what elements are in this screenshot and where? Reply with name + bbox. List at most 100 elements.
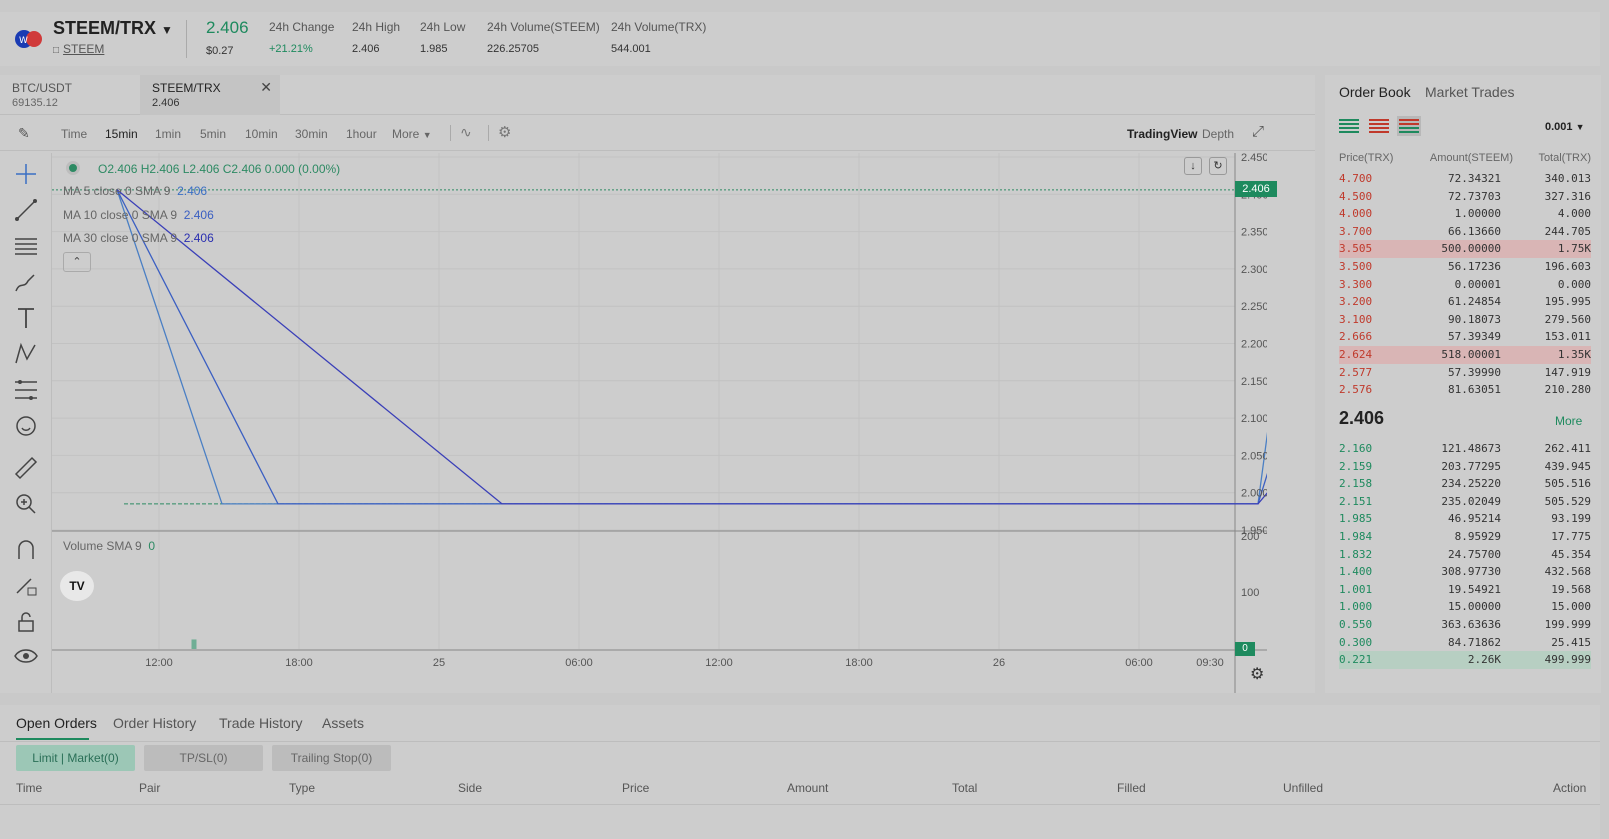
tradingview-toggle[interactable]: TradingView <box>1127 127 1197 141</box>
trend-line-icon[interactable] <box>13 197 39 223</box>
bid-row[interactable]: 1.000 15.00000 15.000 <box>1339 598 1591 616</box>
volume-steem-stat: 24h Volume(STEEM) 226.25705 <box>487 20 600 57</box>
legend-ma30-row[interactable]: MA 30 close 0 SMA 9 2.406 <box>63 231 214 245</box>
magnet-icon[interactable] <box>13 537 39 563</box>
subtab-limit-market[interactable]: Limit | Market(0) <box>16 745 135 771</box>
bid-row[interactable]: 1.832 24.75700 45.354 <box>1339 546 1591 564</box>
drawing-tools-icon[interactable]: ✎ <box>18 125 30 142</box>
ask-row[interactable]: 4.700 72.34321 340.013 <box>1339 170 1591 188</box>
text-tool-icon[interactable] <box>13 305 39 331</box>
lock-drawing-icon[interactable] <box>13 573 39 599</box>
ask-row[interactable]: 2.666 57.39349 153.011 <box>1339 328 1591 346</box>
ask-row[interactable]: 4.500 72.73703 327.316 <box>1339 188 1591 206</box>
scroll-to-latest-button[interactable]: ↓ <box>1184 157 1202 175</box>
bid-row[interactable]: 2.151 235.02049 505.529 <box>1339 493 1591 511</box>
ask-row[interactable]: 3.200 61.24854 195.995 <box>1339 293 1591 311</box>
ask-row[interactable]: 2.576 81.63051 210.280 <box>1339 381 1591 399</box>
zoom-in-icon[interactable] <box>13 491 39 517</box>
settings-gear-icon[interactable]: ⚙ <box>498 123 511 141</box>
visibility-eye-icon[interactable] <box>13 643 39 669</box>
precision-value[interactable]: 0.001 <box>1545 121 1573 133</box>
base-asset-link[interactable]: □ STEEM <box>53 42 104 56</box>
interval-more-label[interactable]: More <box>392 127 419 141</box>
volume-bar[interactable] <box>191 639 197 649</box>
interval-30min[interactable]: 30min <box>295 127 328 141</box>
bid-row[interactable]: 2.160 121.48673 262.411 <box>1339 440 1591 458</box>
series-line-ma-30[interactable] <box>116 189 1525 505</box>
ask-row[interactable]: 3.505 500.00000 1.75K <box>1339 240 1591 259</box>
pair-tab-steemtrx[interactable]: STEEM/TRX 2.406 ✕ <box>140 75 280 115</box>
crosshair-icon[interactable] <box>13 161 39 187</box>
ask-row[interactable]: 2.624 518.00001 1.35K <box>1339 346 1591 364</box>
depth-toggle[interactable]: Depth <box>1202 127 1234 141</box>
bid-row[interactable]: 1.001 19.54921 19.568 <box>1339 581 1591 599</box>
tab-market-trades[interactable]: Market Trades <box>1425 84 1514 100</box>
ruler-icon[interactable] <box>13 455 39 481</box>
more-link[interactable]: More <box>1555 414 1582 428</box>
tab-open-orders[interactable]: Open Orders <box>16 715 97 731</box>
series-visibility-icon[interactable] <box>66 161 80 175</box>
tab-assets[interactable]: Assets <box>322 715 364 731</box>
book-both-view-icon[interactable] <box>1339 118 1359 134</box>
price-chart[interactable]: 2.4502.4002.3502.3002.2502.2002.1502.100… <box>52 152 1525 693</box>
interval-1hour[interactable]: 1hour <box>346 127 377 141</box>
ask-row[interactable]: 3.100 90.18073 279.560 <box>1339 311 1591 329</box>
pattern-tool-icon[interactable] <box>13 341 39 367</box>
bid-row[interactable]: 0.221 2.26K 499.999 <box>1339 651 1591 670</box>
ask-amount: 66.13660 <box>1448 224 1501 238</box>
pair-tab-btcusdt[interactable]: BTC/USDT 69135.12 <box>0 75 140 115</box>
unlock-icon[interactable] <box>13 609 39 635</box>
brush-icon[interactable] <box>13 269 39 295</box>
fullscreen-icon[interactable]: ⤢ <box>1252 123 1264 140</box>
ask-row[interactable]: 3.300 0.00001 0.000 <box>1339 276 1591 294</box>
tab-order-book[interactable]: Order Book <box>1339 84 1411 100</box>
ask-row[interactable]: 2.577 57.39990 147.919 <box>1339 364 1591 382</box>
bid-row[interactable]: 0.300 84.71862 25.415 <box>1339 634 1591 652</box>
emoji-icon[interactable] <box>13 413 39 439</box>
legend-ma5-row[interactable]: MA 5 close 0 SMA 9 2.406 <box>63 184 207 198</box>
chevron-down-icon[interactable]: ▼ <box>423 130 432 140</box>
pair-selector[interactable]: STEEM/TRX ▼ <box>53 18 173 39</box>
ask-row[interactable]: 3.700 66.13660 244.705 <box>1339 223 1591 241</box>
bid-row[interactable]: 1.985 46.95214 93.199 <box>1339 510 1591 528</box>
pair-name[interactable]: STEEM/TRX <box>53 18 156 38</box>
interval-more[interactable]: More ▼ <box>392 127 432 141</box>
interval-15min[interactable]: 15min <box>105 127 138 141</box>
fib-tool-icon[interactable] <box>13 377 39 403</box>
series-line-ma-10[interactable] <box>116 189 1524 505</box>
legend-ma10-row[interactable]: MA 10 close 0 SMA 9 2.406 <box>63 208 214 222</box>
interval-time[interactable]: Time <box>61 127 87 141</box>
change-stat: 24h Change +21.21% <box>269 20 334 57</box>
chevron-down-icon[interactable]: ▼ <box>1576 122 1585 132</box>
bid-row[interactable]: 1.400 308.97730 432.568 <box>1339 563 1591 581</box>
axis-settings-gear-icon[interactable]: ⚙ <box>1250 664 1264 684</box>
indicator-icon[interactable]: ∿ <box>460 124 472 141</box>
chart-toolbar: ✎ Time 15min 1min 5min 10min 30min 1hour… <box>0 115 1315 151</box>
interval-5min[interactable]: 5min <box>200 127 226 141</box>
series-line-ma-5[interactable] <box>116 189 1524 505</box>
ask-row[interactable]: 4.000 1.00000 4.000 <box>1339 205 1591 223</box>
bid-row[interactable]: 1.984 8.95929 17.775 <box>1339 528 1591 546</box>
ask-price: 2.576 <box>1339 383 1373 397</box>
book-asks-view-icon[interactable] <box>1369 118 1389 134</box>
book-bids-view-icon[interactable] <box>1397 116 1421 136</box>
collapse-legend-button[interactable]: ⌃ <box>63 252 91 272</box>
subtab-tpsl[interactable]: TP/SL(0) <box>144 745 263 771</box>
tab-trade-history[interactable]: Trade History <box>219 715 303 731</box>
chart-plot-area[interactable]: 2.4502.4002.3502.3002.2502.2002.1502.100… <box>52 152 1525 693</box>
bid-row[interactable]: 0.550 363.63636 199.999 <box>1339 616 1591 634</box>
bid-row[interactable]: 2.158 234.25220 505.516 <box>1339 475 1591 493</box>
chevron-down-icon[interactable]: ▼ <box>161 23 173 37</box>
reset-chart-button[interactable]: ↻ <box>1209 157 1227 175</box>
precision-select[interactable]: 0.001 ▼ <box>1545 121 1585 133</box>
ask-row[interactable]: 3.500 56.17236 196.603 <box>1339 258 1591 276</box>
subtab-trailing-stop[interactable]: Trailing Stop(0) <box>272 745 391 771</box>
legend-volume-row[interactable]: Volume SMA 9 0 <box>63 539 155 553</box>
bid-row[interactable]: 2.159 203.77295 439.945 <box>1339 458 1591 476</box>
interval-10min[interactable]: 10min <box>245 127 278 141</box>
interval-1min[interactable]: 1min <box>155 127 181 141</box>
horizontal-lines-icon[interactable] <box>13 233 39 259</box>
close-icon[interactable]: ✕ <box>260 79 272 96</box>
tradingview-logo[interactable]: TV <box>60 571 94 601</box>
tab-order-history[interactable]: Order History <box>113 715 196 731</box>
